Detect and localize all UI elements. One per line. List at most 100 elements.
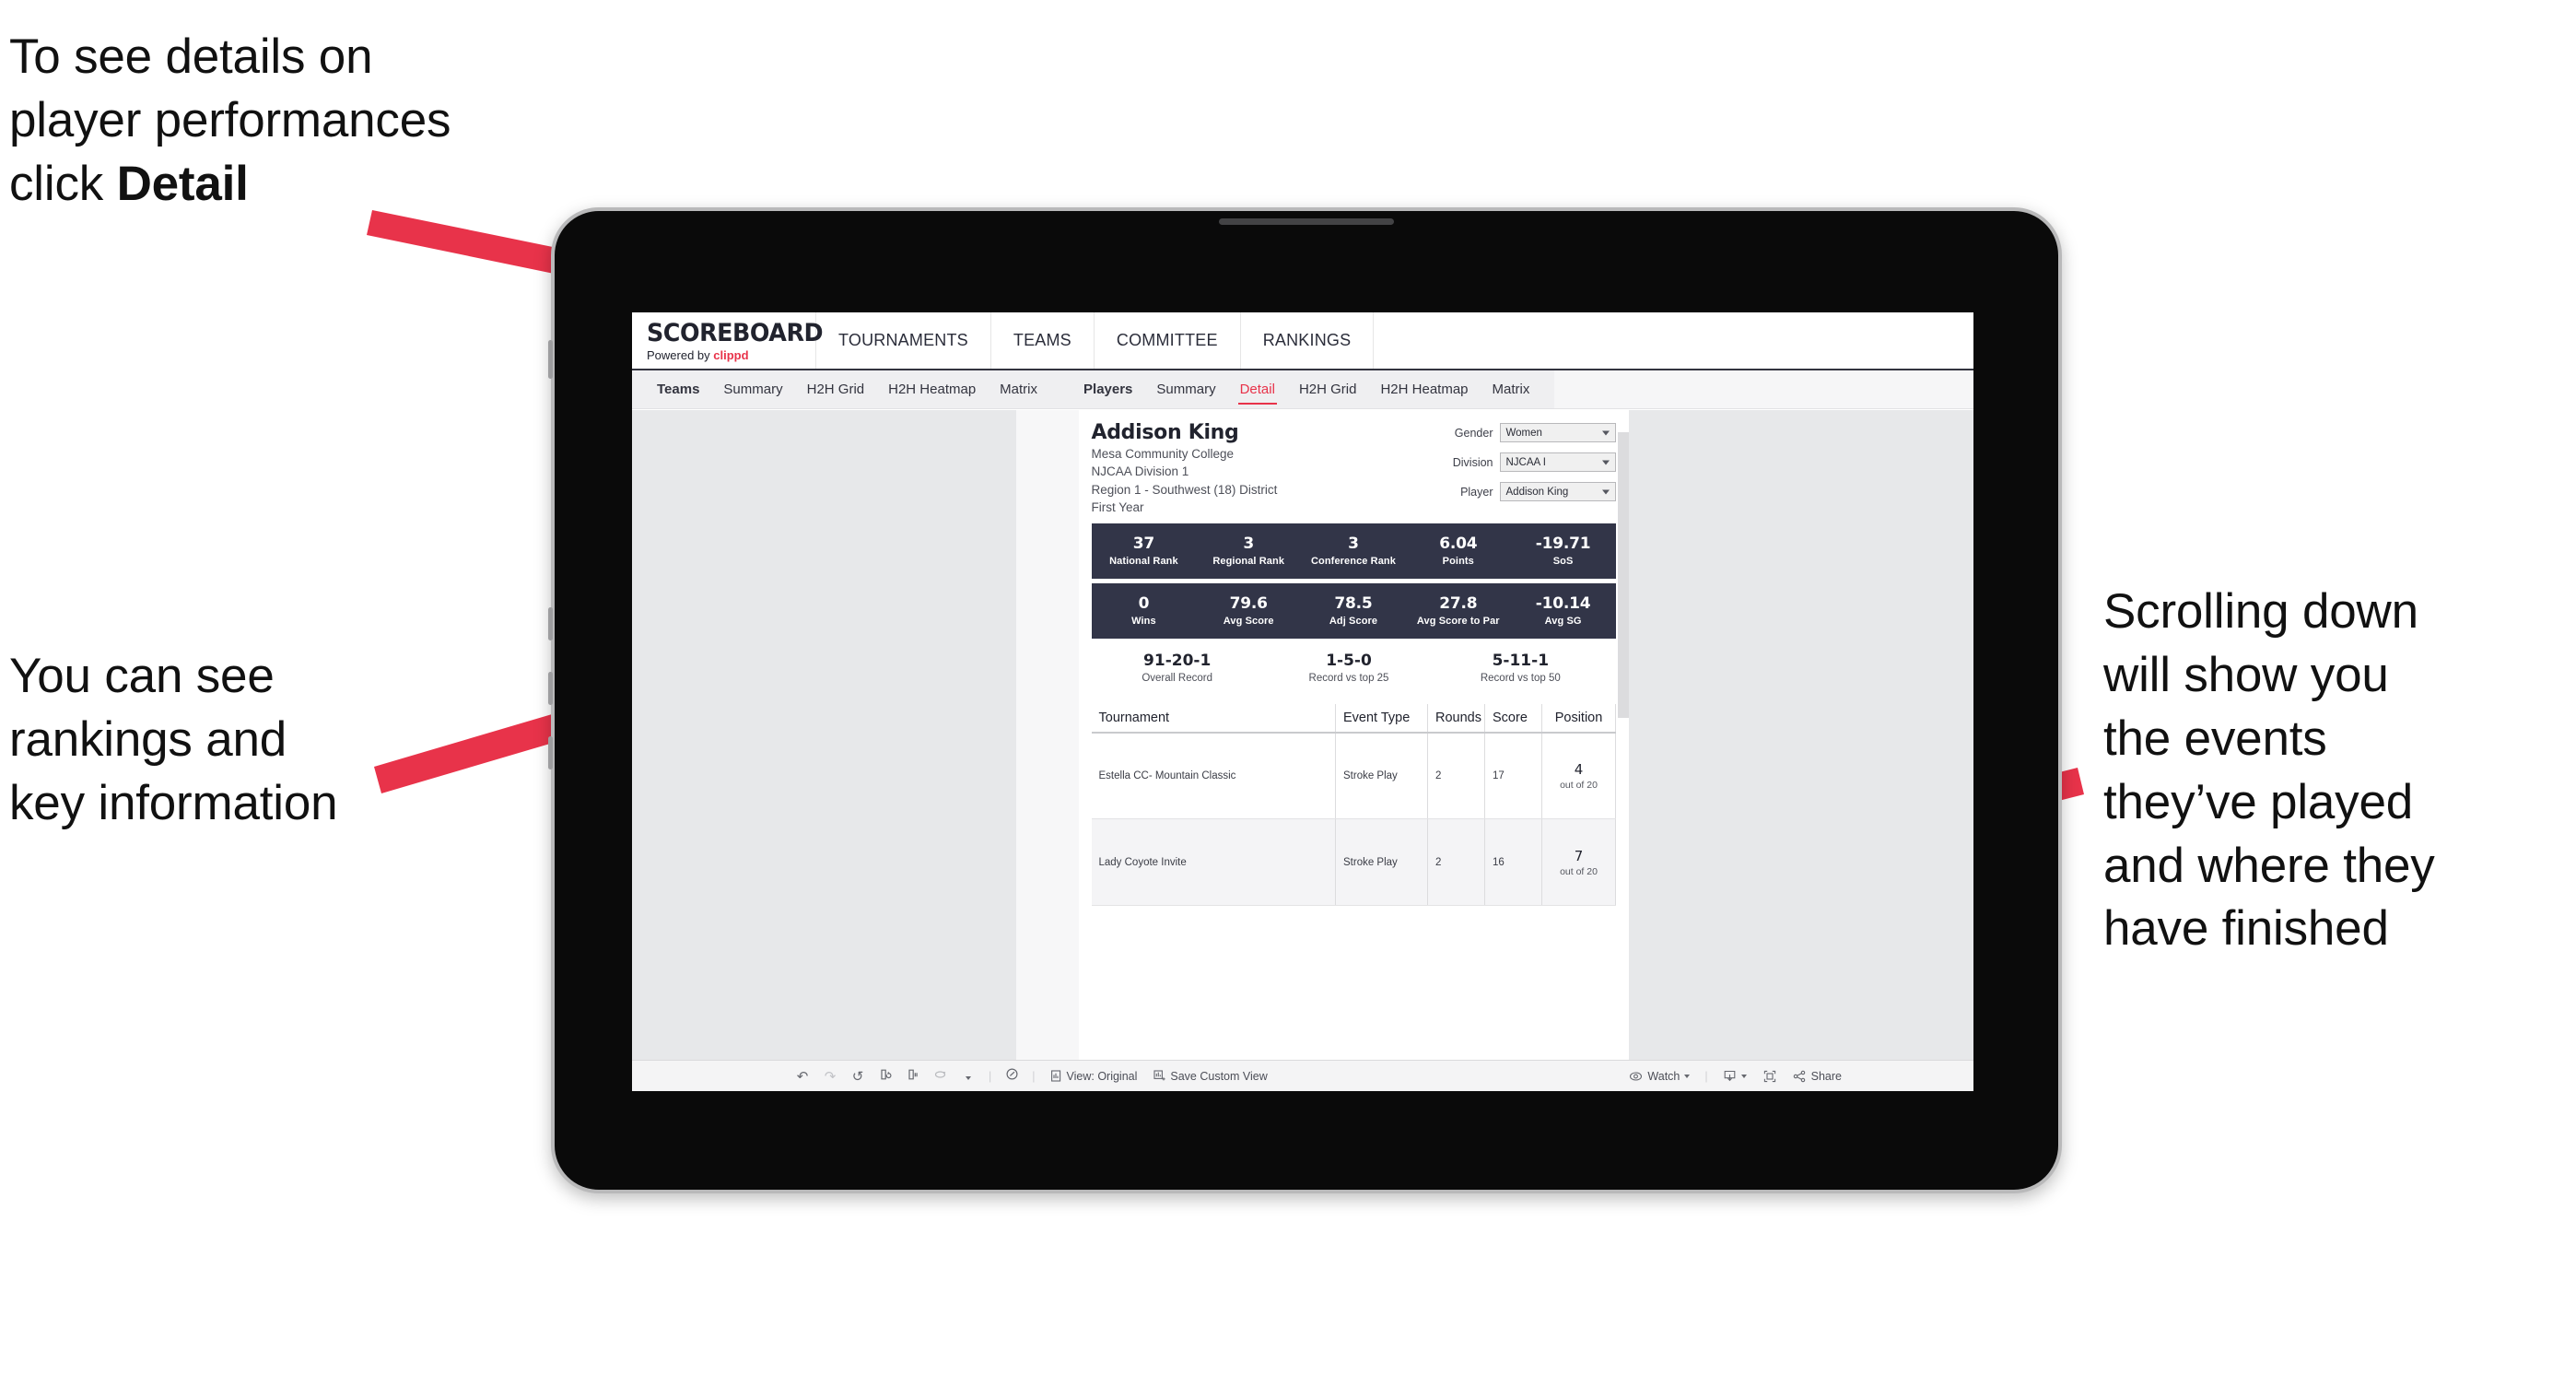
column-header-event-type[interactable]: Event Type	[1335, 703, 1428, 734]
app-sub-navigation: Teams Summary H2H Grid H2H Heatmap Matri…	[632, 370, 1973, 409]
stat-label: Adj Score	[1329, 616, 1378, 628]
refresh-data-icon[interactable]	[872, 1068, 899, 1085]
filter-controls: Gender Women Division NJCAA I Player Add…	[1432, 421, 1616, 516]
pause-auto-update-icon[interactable]	[899, 1068, 927, 1085]
stat-points: 6.04 Points	[1406, 534, 1511, 567]
view-original-icon	[1050, 1070, 1062, 1082]
position-field-size: out of 20	[1560, 865, 1598, 877]
player-division: NJCAA Division 1	[1091, 464, 1189, 479]
download-icon	[1723, 1070, 1737, 1083]
cell-rounds: 2	[1427, 818, 1485, 907]
record-vs-top-25: 1-5-0 Record vs top 25	[1263, 652, 1434, 684]
dashboard-canvas: Addison King Mesa Community College NJCA…	[1015, 410, 1629, 1091]
record-label: Record vs top 25	[1308, 672, 1389, 684]
cell-score: 17	[1484, 732, 1542, 820]
vertical-scrollbar[interactable]	[1617, 432, 1629, 718]
view-original-button[interactable]: View: Original	[1042, 1070, 1146, 1083]
cell-position: 4 out of 20	[1541, 732, 1616, 820]
subnav-item-players-detail[interactable]: Detail	[1228, 370, 1287, 408]
stat-regional-rank: 3 Regional Rank	[1196, 534, 1301, 567]
chevron-down-icon	[1684, 1074, 1691, 1078]
tournament-results-table: Tournament Event Type Rounds Score Posit…	[1091, 703, 1616, 907]
table-row[interactable]: Lady Coyote Invite Stroke Play 2 16 7 ou…	[1091, 818, 1616, 907]
cell-rounds: 2	[1427, 732, 1485, 820]
topnav-item-tournaments[interactable]: TOURNAMENTS	[816, 312, 991, 369]
annotation-scrolling: Scrolling down will show you the events …	[2103, 584, 2435, 957]
table-row[interactable]: Estella CC- Mountain Classic Stroke Play…	[1091, 732, 1616, 820]
stat-avg-score: 79.6 Avg Score	[1196, 594, 1301, 627]
logo-brand-clippd: clippd	[713, 348, 749, 362]
topnav-item-rankings[interactable]: RANKINGS	[1241, 312, 1375, 369]
player-region: Region 1 - Southwest (18) District	[1091, 482, 1278, 497]
filter-division: Division NJCAA I	[1432, 452, 1616, 472]
fullscreen-button[interactable]	[1755, 1070, 1785, 1083]
stat-value: 3	[1348, 534, 1359, 554]
filter-player-value: Addison King	[1505, 486, 1569, 498]
watch-button[interactable]: Watch	[1621, 1070, 1698, 1083]
subnav-item-players-h2h-heatmap[interactable]: H2H Heatmap	[1368, 370, 1480, 408]
filter-gender: Gender Women	[1432, 423, 1616, 442]
pause-resume-icon[interactable]	[927, 1068, 954, 1085]
fullscreen-icon	[1763, 1070, 1776, 1083]
stat-value: 37	[1132, 534, 1155, 554]
player-header: Addison King Mesa Community College NJCA…	[1092, 421, 1616, 516]
download-button[interactable]	[1715, 1070, 1755, 1083]
logo-powered-text: Powered by	[647, 348, 714, 362]
toolbar-left-group: ↶ ↷ ↺ | | View: Original Save Custom Vie…	[632, 1067, 1276, 1085]
cell-score: 16	[1484, 818, 1542, 907]
record-value: 91-20-1	[1143, 651, 1212, 670]
toolbar-dropdown-caret[interactable]	[954, 1068, 982, 1084]
stat-avg-sg: -10.14 Avg SG	[1511, 594, 1616, 627]
stat-value: 27.8	[1439, 594, 1478, 614]
subnav-teams-group: Teams Summary H2H Grid H2H Heatmap Matri…	[632, 370, 1060, 408]
save-custom-view-button[interactable]: Save Custom View	[1145, 1070, 1275, 1083]
app-top-navigation: SCOREBOARD Powered by clippd TOURNAMENTS…	[632, 312, 1973, 370]
stat-label: Avg Score	[1223, 616, 1274, 628]
stat-label: Regional Rank	[1212, 556, 1285, 568]
subnav-item-players[interactable]: Players	[1071, 370, 1144, 408]
subnav-item-teams-h2h-heatmap[interactable]: H2H Heatmap	[876, 370, 988, 408]
player-identity: Addison King Mesa Community College NJCA…	[1092, 421, 1278, 516]
column-header-position[interactable]: Position	[1541, 703, 1616, 734]
share-icon	[1793, 1070, 1807, 1083]
position-field-size: out of 20	[1560, 780, 1598, 792]
subnav-item-players-summary[interactable]: Summary	[1144, 370, 1227, 408]
filter-division-select[interactable]: NJCAA I	[1499, 452, 1616, 472]
toolbar-divider: |	[1032, 1069, 1036, 1083]
subnav-item-players-matrix[interactable]: Matrix	[1481, 370, 1542, 408]
chevron-down-icon	[1601, 460, 1610, 464]
subnav-item-teams[interactable]: Teams	[645, 370, 711, 408]
revert-all-icon[interactable]: ↺	[844, 1068, 872, 1085]
stat-sos: -19.71 SoS	[1511, 534, 1616, 567]
browser-screen: SCOREBOARD Powered by clippd TOURNAMENTS…	[632, 312, 1973, 1091]
stat-value: 3	[1243, 534, 1255, 554]
share-button[interactable]: Share	[1785, 1070, 1850, 1083]
subnav-item-teams-summary[interactable]: Summary	[711, 370, 794, 408]
tablet-device-frame: SCOREBOARD Powered by clippd TOURNAMENTS…	[548, 207, 2062, 1193]
filter-gender-label: Gender	[1454, 426, 1493, 440]
stat-label: Avg Score to Par	[1416, 616, 1500, 628]
record-label: Overall Record	[1142, 672, 1213, 684]
subnav-item-teams-h2h-grid[interactable]: H2H Grid	[795, 370, 877, 408]
column-header-score[interactable]: Score	[1484, 703, 1542, 734]
stat-label: Points	[1442, 556, 1474, 568]
filter-division-label: Division	[1452, 455, 1493, 469]
stat-label: Avg SG	[1544, 616, 1582, 628]
player-name: Addison King	[1091, 421, 1239, 444]
redo-icon[interactable]: ↷	[816, 1068, 844, 1085]
app-logo[interactable]: SCOREBOARD Powered by clippd	[632, 312, 824, 369]
filter-player: Player Addison King	[1432, 482, 1616, 501]
filter-gender-select[interactable]: Women	[1499, 423, 1616, 442]
pause-refresh-clock-icon[interactable]	[998, 1067, 1025, 1085]
stat-label: Wins	[1131, 616, 1156, 628]
column-header-rounds[interactable]: Rounds	[1427, 703, 1485, 734]
column-header-tournament[interactable]: Tournament	[1091, 703, 1336, 734]
logo-title: SCOREBOARD	[647, 319, 824, 347]
record-value: 1-5-0	[1326, 651, 1372, 670]
topnav-item-teams[interactable]: TEAMS	[991, 312, 1095, 369]
subnav-item-teams-matrix[interactable]: Matrix	[988, 370, 1049, 408]
subnav-item-players-h2h-grid[interactable]: H2H Grid	[1287, 370, 1369, 408]
undo-icon[interactable]: ↶	[789, 1068, 816, 1085]
filter-player-select[interactable]: Addison King	[1499, 482, 1616, 501]
topnav-item-committee[interactable]: COMMITTEE	[1095, 312, 1241, 369]
